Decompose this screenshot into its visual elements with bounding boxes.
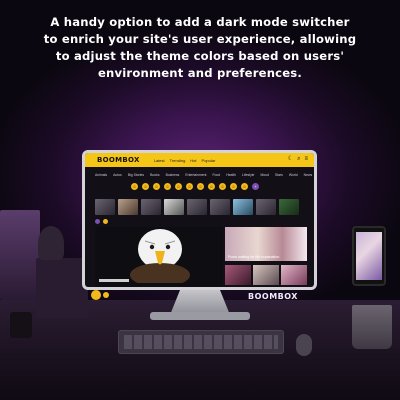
category-mood[interactable]: Mood (260, 173, 268, 177)
reaction-emoji[interactable]: ☺ (241, 183, 248, 190)
dark-mode-promo-scene: A handy option to add a dark mode switch… (0, 0, 400, 400)
site-header: BOOMBOX Latest Trending Hot Popular ☾ ⌕ … (85, 153, 314, 167)
thumbnail[interactable] (256, 199, 276, 215)
category-lifestyle[interactable]: Lifestyle (242, 173, 254, 177)
top-nav: Latest Trending Hot Popular (154, 158, 216, 163)
reaction-emoji[interactable]: ☺ (175, 183, 182, 190)
thumbnail[interactable] (281, 265, 307, 285)
category-stars[interactable]: Stars (275, 173, 283, 177)
reaction-bar: ☺ ☺ ☺ ☺ ☺ ☺ ☺ ☺ ☺ ☺ ☺ + (131, 183, 259, 190)
reaction-emoji[interactable]: ☺ (153, 183, 160, 190)
top-nav-latest[interactable]: Latest (154, 158, 165, 163)
mouse (296, 334, 312, 356)
reaction-emoji[interactable]: ☺ (197, 183, 204, 190)
thumbnail[interactable] (233, 199, 253, 215)
thumbnail-strip (95, 199, 299, 215)
monitor: BOOMBOX Latest Trending Hot Popular ☾ ⌕ … (82, 150, 317, 290)
reaction-emoji[interactable]: ☺ (131, 183, 138, 190)
category-nav: Animals Autos Big Stories Books Business… (85, 171, 314, 179)
thumbnail[interactable] (253, 265, 279, 285)
more-reactions-icon[interactable]: + (252, 183, 259, 190)
phone-screen (356, 232, 382, 280)
brand-watermark-text: BOOMBOX (248, 292, 298, 301)
monitor-screen: BOOMBOX Latest Trending Hot Popular ☾ ⌕ … (85, 153, 314, 287)
badge-icon (103, 219, 108, 224)
category-food[interactable]: Food (212, 173, 220, 177)
pen-holder (352, 305, 392, 349)
category-world[interactable]: World (289, 173, 298, 177)
header-icons: ☾ ⌕ ≡ (288, 156, 308, 163)
mug (10, 312, 32, 338)
reaction-emoji[interactable]: ☺ (142, 183, 149, 190)
category-autos[interactable]: Autos (113, 173, 122, 177)
thumbnail[interactable] (164, 199, 184, 215)
moon-toggle-icon[interactable] (103, 292, 109, 298)
featured-panel: Posts waiting for life explanation (225, 227, 307, 287)
dark-mode-switcher[interactable] (91, 290, 109, 300)
thumbnail[interactable] (95, 199, 115, 215)
category-entertainment[interactable]: Entertainment (185, 173, 206, 177)
reaction-emoji[interactable]: ☺ (186, 183, 193, 190)
keyboard (118, 330, 284, 354)
headline: A handy option to add a dark mode switch… (43, 15, 357, 80)
thumbnail[interactable] (210, 199, 230, 215)
category-business[interactable]: Business (166, 173, 180, 177)
thumbnail[interactable] (225, 265, 251, 285)
badge-row (95, 219, 108, 224)
phone (352, 226, 386, 286)
top-nav-trending[interactable]: Trending (170, 158, 186, 163)
thumbnail[interactable] (187, 199, 207, 215)
hero-caption-bar (99, 279, 129, 282)
thumbnail[interactable] (279, 199, 299, 215)
site-logo[interactable]: BOOMBOX (97, 156, 140, 164)
category-big-stories[interactable]: Big Stories (128, 173, 144, 177)
thumbnail[interactable] (118, 199, 138, 215)
desk-box (36, 258, 88, 318)
category-books[interactable]: Books (150, 173, 159, 177)
hero-article-image[interactable] (95, 227, 223, 287)
left-shelf (0, 210, 40, 300)
monitor-stand-base (150, 312, 250, 320)
badge-icon (95, 219, 100, 224)
brand-watermark: BOOMBOX (240, 290, 306, 304)
featured-thumbnails (225, 265, 307, 285)
plant (38, 226, 64, 260)
reaction-emoji[interactable]: ☺ (230, 183, 237, 190)
featured-caption[interactable]: Posts waiting for life explanation (228, 255, 279, 259)
moon-icon[interactable]: ☾ (288, 156, 293, 163)
sun-toggle-icon[interactable] (91, 290, 101, 300)
eagle-image (130, 229, 190, 283)
thumbnail[interactable] (141, 199, 161, 215)
reaction-emoji[interactable]: ☺ (219, 183, 226, 190)
reaction-emoji[interactable]: ☺ (208, 183, 215, 190)
category-news[interactable]: News (304, 173, 312, 177)
category-health[interactable]: Health (226, 173, 236, 177)
reaction-emoji[interactable]: ☺ (164, 183, 171, 190)
category-animals[interactable]: Animals (95, 173, 107, 177)
search-icon[interactable]: ⌕ (297, 156, 300, 163)
menu-icon[interactable]: ≡ (304, 156, 308, 163)
top-nav-popular[interactable]: Popular (202, 158, 216, 163)
top-nav-hot[interactable]: Hot (190, 158, 196, 163)
